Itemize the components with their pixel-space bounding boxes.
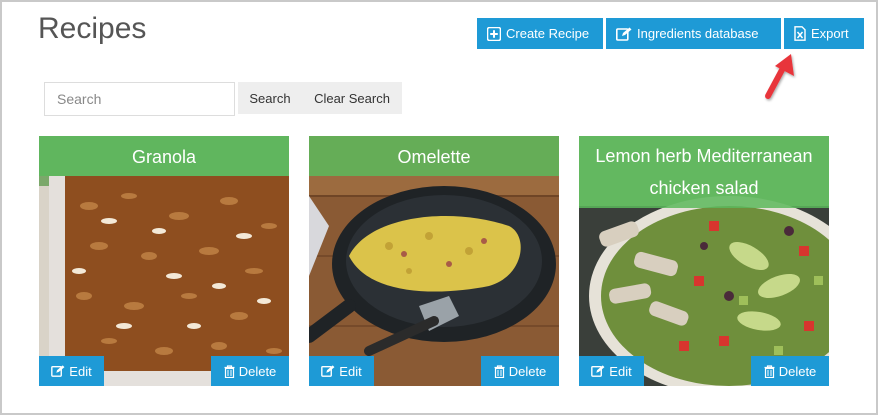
excel-file-icon	[794, 26, 806, 41]
trash-icon	[494, 364, 505, 378]
clear-search-button[interactable]: Clear Search	[302, 82, 402, 114]
delete-label: Delete	[508, 363, 547, 379]
export-label: Export	[811, 26, 849, 41]
delete-label: Delete	[778, 363, 817, 379]
delete-button[interactable]: Delete	[751, 356, 829, 386]
delete-label: Delete	[238, 363, 277, 379]
edit-button[interactable]: Edit	[39, 356, 104, 386]
ingredients-database-label: Ingredients database	[637, 26, 759, 41]
search-input[interactable]	[44, 82, 235, 116]
recipe-title: Omelette	[309, 136, 559, 176]
create-recipe-label: Create Recipe	[506, 26, 590, 41]
edit-button[interactable]: Edit	[309, 356, 374, 386]
recipe-card[interactable]: Granola Edit Delete	[39, 136, 289, 386]
recipe-card[interactable]: Omelette Edit Delete	[309, 136, 559, 386]
ingredients-database-button[interactable]: Ingredients database	[606, 18, 781, 49]
search-button[interactable]: Search	[238, 82, 302, 114]
recipe-title: Granola	[39, 136, 289, 176]
plus-square-icon	[487, 26, 501, 41]
recipe-title: Lemon herb Mediterranean chicken salad	[579, 136, 829, 208]
page-title: Recipes	[38, 12, 147, 45]
recipe-card[interactable]: Lemon herb Mediterranean chicken salad E…	[579, 136, 829, 386]
edit-button[interactable]: Edit	[579, 356, 644, 386]
edit-label: Edit	[339, 363, 362, 379]
edit-icon	[591, 365, 605, 377]
edit-icon	[321, 365, 335, 377]
trash-icon	[764, 364, 775, 378]
delete-button[interactable]: Delete	[481, 356, 559, 386]
trash-icon	[224, 364, 235, 378]
edit-icon	[616, 27, 632, 41]
annotation-arrow-icon	[754, 48, 804, 109]
edit-label: Edit	[609, 363, 632, 379]
delete-button[interactable]: Delete	[211, 356, 289, 386]
export-button[interactable]: Export	[784, 18, 864, 49]
edit-label: Edit	[69, 363, 92, 379]
create-recipe-button[interactable]: Create Recipe	[477, 18, 603, 49]
edit-icon	[51, 365, 65, 377]
app-frame: Recipes Create Recipe Ingredients databa…	[0, 0, 878, 415]
